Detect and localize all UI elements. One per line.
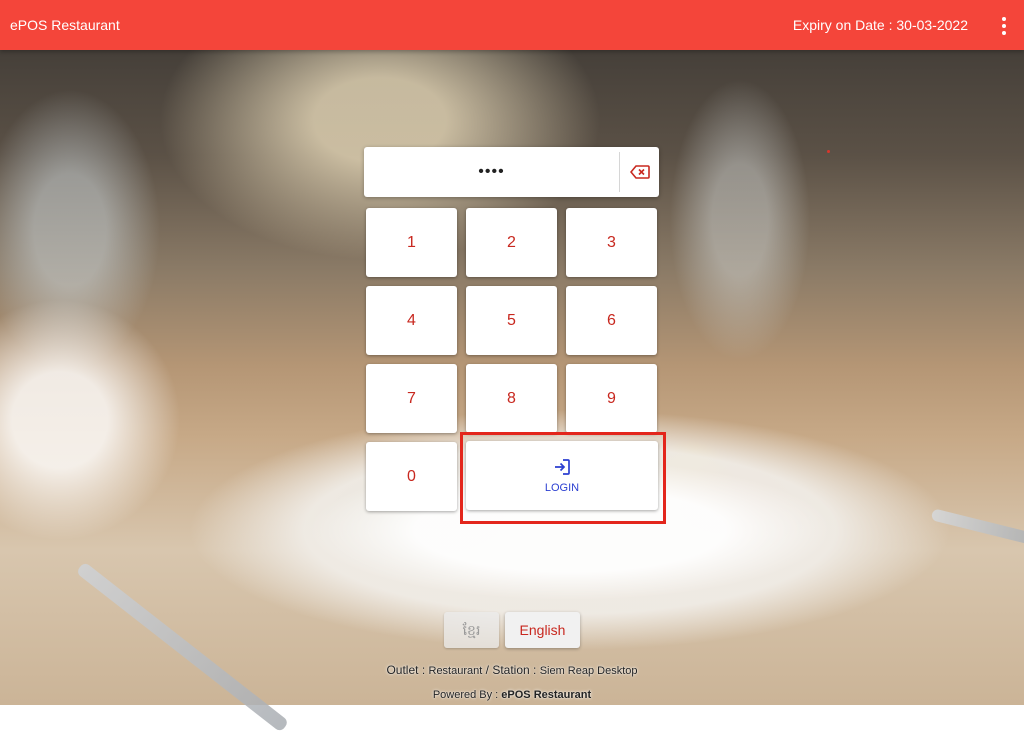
- key-3[interactable]: 3: [566, 208, 657, 277]
- pin-value: ••••: [478, 163, 505, 180]
- more-vertical-icon[interactable]: [994, 12, 1014, 38]
- key-8[interactable]: 8: [466, 364, 557, 433]
- outlet-value: Restaurant: [428, 665, 483, 677]
- login-label: LOGIN: [544, 482, 580, 494]
- language-khmer-button[interactable]: ខ្មែរ: [444, 612, 499, 648]
- powered-by: Powered By : ePOS Restaurant: [0, 689, 1024, 701]
- station-label: / Station :: [482, 663, 540, 677]
- key-1[interactable]: 1: [366, 208, 457, 277]
- outlet-station-info: Outlet : Restaurant / Station : Siem Rea…: [0, 663, 1024, 677]
- key-2[interactable]: 2: [466, 208, 557, 277]
- header-bar: ePOS Restaurant Expiry on Date : 30-03-2…: [0, 0, 1024, 50]
- key-5[interactable]: 5: [466, 286, 557, 355]
- powered-label: Powered By :: [432, 689, 502, 701]
- backspace-button[interactable]: [620, 147, 659, 197]
- login-icon: [555, 459, 570, 475]
- key-9[interactable]: 9: [566, 364, 657, 433]
- key-7[interactable]: 7: [366, 364, 457, 433]
- language-english-button[interactable]: English: [505, 612, 580, 648]
- backspace-icon: [629, 165, 650, 179]
- expiry-date: Expiry on Date : 30-03-2022: [792, 17, 968, 33]
- powered-value: ePOS Restaurant: [501, 689, 592, 701]
- login-button[interactable]: LOGIN: [466, 441, 658, 510]
- outlet-label: Outlet :: [386, 663, 429, 677]
- decorative-dot: [827, 150, 830, 153]
- key-4[interactable]: 4: [366, 286, 457, 355]
- pin-input[interactable]: ••••: [364, 147, 659, 197]
- app-title: ePOS Restaurant: [10, 17, 120, 33]
- key-0[interactable]: 0: [366, 442, 457, 511]
- key-6[interactable]: 6: [566, 286, 657, 355]
- station-value: Siem Reap Desktop: [539, 665, 638, 677]
